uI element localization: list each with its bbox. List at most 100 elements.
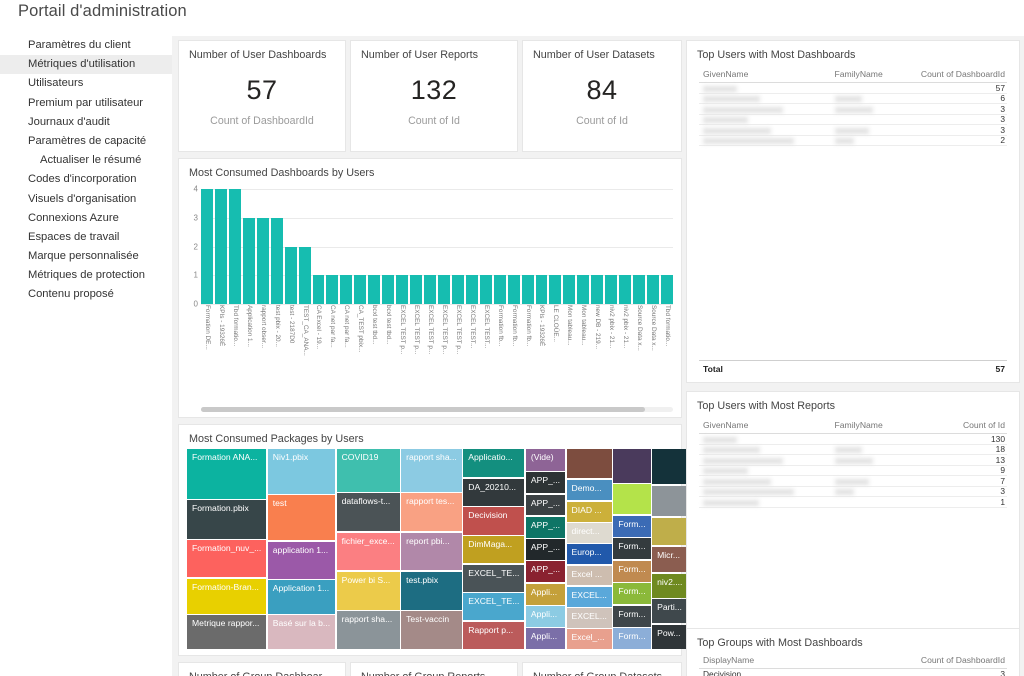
treemap-cell-7-5[interactable]: Form... — [613, 583, 650, 604]
treemap-cell-8-5[interactable]: Parti... — [652, 599, 687, 623]
table-row[interactable]: Decivision3 — [699, 669, 1007, 676]
bar-5[interactable] — [271, 218, 283, 304]
bar-33[interactable] — [661, 275, 673, 304]
treemap-cell-2-2[interactable]: fichier_exce... — [337, 533, 400, 571]
treemap-cell-1-4[interactable]: Basé sur la b... — [268, 615, 335, 649]
bar-4[interactable] — [257, 218, 269, 304]
sidebar-item-2[interactable]: Utilisateurs — [0, 74, 172, 93]
treemap-cell-4-3[interactable]: DimMaga... — [463, 536, 524, 563]
treemap-cell-1-0[interactable]: Niv1.pbix — [268, 449, 335, 494]
sidebar-item-8[interactable]: Visuels d'organisation — [0, 190, 172, 209]
sidebar-item-9[interactable]: Connexions Azure — [0, 209, 172, 228]
treemap-cell-8-2[interactable] — [652, 518, 687, 545]
treemap-cell-6-7[interactable]: EXCEL... — [567, 608, 612, 628]
bar-20[interactable] — [480, 275, 492, 304]
table-row[interactable]: 3 — [699, 104, 1007, 115]
treemap-cell-0-1[interactable]: Formation.pbix — [187, 500, 266, 538]
bar-chart-bars[interactable] — [201, 189, 673, 304]
top-users-dashboards-table[interactable]: GivenName FamilyName Count of DashboardI… — [699, 69, 1007, 374]
table-row[interactable]: 3 — [699, 115, 1007, 126]
treemap-cell-4-6[interactable]: Rapport p... — [463, 622, 524, 649]
bar-27[interactable] — [577, 275, 589, 304]
treemap-cell-6-5[interactable]: Excel ... — [567, 566, 612, 586]
bar-24[interactable] — [536, 275, 548, 304]
treemap-cell-5-8[interactable]: Appli... — [526, 628, 565, 649]
treemap-cell-3-2[interactable]: report pbi... — [401, 533, 462, 571]
table-row[interactable]: 3 — [699, 125, 1007, 136]
table-row[interactable]: 9 — [699, 466, 1007, 477]
treemap-cell-6-2[interactable]: DIAD ... — [567, 502, 612, 522]
sidebar-item-0[interactable]: Paramètres du client — [0, 36, 172, 55]
bar-1[interactable] — [215, 189, 227, 304]
treemap-cell-8-1[interactable] — [652, 486, 687, 517]
treemap-cell-3-0[interactable]: rapport sha... — [401, 449, 462, 492]
treemap-cell-5-2[interactable]: APP_... — [526, 495, 565, 516]
sidebar-item-4[interactable]: Journaux d'audit — [0, 113, 172, 132]
treemap-cell-0-0[interactable]: Formation ANA... — [187, 449, 266, 499]
treemap-cell-8-6[interactable]: Pow... — [652, 625, 687, 649]
treemap-cell-4-2[interactable]: Decivision — [463, 507, 524, 534]
treemap-cell-7-6[interactable]: Form... — [613, 606, 650, 627]
treemap-cell-5-1[interactable]: APP_... — [526, 472, 565, 493]
bar-29[interactable] — [605, 275, 617, 304]
bar-7[interactable] — [299, 247, 311, 305]
sidebar-item-1[interactable]: Métriques d'utilisation — [0, 55, 172, 74]
bar-10[interactable] — [340, 275, 352, 304]
treemap-cell-3-4[interactable]: Test-vaccin — [401, 611, 462, 649]
bar-30[interactable] — [619, 275, 631, 304]
treemap-cell-4-5[interactable]: EXCEL_TE... — [463, 593, 524, 620]
treemap-cell-1-2[interactable]: application 1... — [268, 542, 335, 579]
treemap-cell-5-7[interactable]: Appli... — [526, 606, 565, 627]
treemap-cell-5-0[interactable]: (Vide) — [526, 449, 565, 471]
treemap-cell-7-7[interactable]: Form... — [613, 628, 650, 649]
treemap-cell-7-1[interactable] — [613, 484, 650, 514]
treemap-cell-4-4[interactable]: EXCEL_TE... — [463, 565, 524, 592]
bar-17[interactable] — [438, 275, 450, 304]
treemap-cell-2-4[interactable]: rapport sha... — [337, 611, 400, 649]
treemap-cell-2-0[interactable]: COVID19 — [337, 449, 400, 492]
bar-25[interactable] — [549, 275, 561, 304]
treemap-cell-0-3[interactable]: Formation-Bran... — [187, 579, 266, 614]
sidebar-item-6[interactable]: Actualiser le résumé — [0, 151, 172, 170]
treemap-cell-7-0[interactable] — [613, 449, 650, 483]
sidebar-item-7[interactable]: Codes d'incorporation — [0, 170, 172, 189]
treemap-cell-7-3[interactable]: Form... — [613, 538, 650, 559]
bar-14[interactable] — [396, 275, 408, 304]
treemap-cell-4-0[interactable]: Applicatio... — [463, 449, 524, 477]
treemap-cell-0-4[interactable]: Metrique rappor... — [187, 615, 266, 649]
bar-18[interactable] — [452, 275, 464, 304]
bar-22[interactable] — [508, 275, 520, 304]
treemap-cell-8-4[interactable]: niv2.... — [652, 574, 687, 598]
bar-11[interactable] — [354, 275, 366, 304]
treemap-cell-6-1[interactable]: Demo... — [567, 480, 612, 501]
bar-28[interactable] — [591, 275, 603, 304]
treemap-cell-7-4[interactable]: Form... — [613, 561, 650, 582]
bar-13[interactable] — [382, 275, 394, 304]
bar-16[interactable] — [424, 275, 436, 304]
treemap-plot-area[interactable]: Formation ANA...Formation.pbixFormation_… — [187, 449, 673, 649]
treemap-cell-8-0[interactable] — [652, 449, 687, 484]
treemap-cell-3-1[interactable]: rapport tes... — [401, 493, 462, 531]
bar-0[interactable] — [201, 189, 213, 304]
bar-19[interactable] — [466, 275, 478, 304]
bar-26[interactable] — [563, 275, 575, 304]
table-row[interactable]: 6 — [699, 94, 1007, 105]
bar-15[interactable] — [410, 275, 422, 304]
table-row[interactable]: 1 — [699, 497, 1007, 508]
bar-2[interactable] — [229, 189, 241, 304]
bar-3[interactable] — [243, 218, 255, 304]
top-groups-dashboards-table[interactable]: DisplayName Count of DashboardId Decivis… — [699, 655, 1007, 676]
treemap-cell-8-3[interactable]: Micr... — [652, 547, 687, 573]
treemap-cell-6-4[interactable]: Europ... — [567, 544, 612, 564]
treemap-cell-0-2[interactable]: Formation_nuv_... — [187, 540, 266, 577]
treemap-cell-5-6[interactable]: Appli... — [526, 584, 565, 605]
treemap-cell-6-6[interactable]: EXCEL... — [567, 587, 612, 607]
scrollbar-thumb[interactable] — [201, 407, 645, 412]
bar-21[interactable] — [494, 275, 506, 304]
table-row[interactable]: 130 — [699, 434, 1007, 445]
treemap-cell-5-3[interactable]: APP_... — [526, 517, 565, 538]
treemap-cell-5-5[interactable]: APP_... — [526, 561, 565, 582]
table-row[interactable]: 18 — [699, 445, 1007, 456]
bar-chart-scrollbar[interactable] — [201, 407, 673, 412]
treemap-cell-3-3[interactable]: test.pbix — [401, 572, 462, 610]
